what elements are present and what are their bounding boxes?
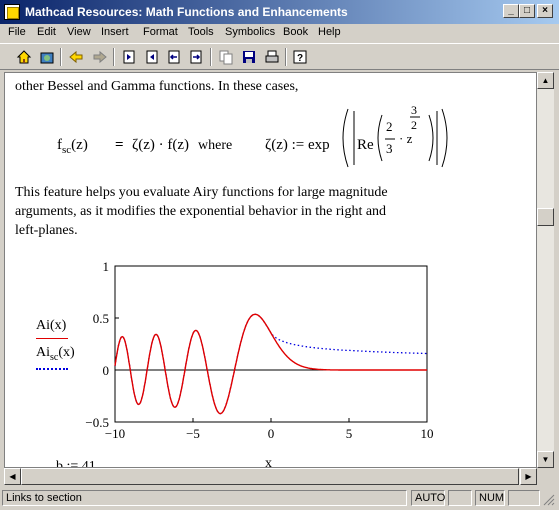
menu-symbolics[interactable]: Symbolics (225, 26, 275, 38)
document-area[interactable]: other Bessel and Gamma functions. In the… (4, 72, 537, 468)
status-bar: Links to section AUTO NUM (0, 488, 559, 510)
plot-region[interactable]: −10 −5 0 5 1010.50−0.5 (5, 73, 537, 468)
window-title: Mathcad Resources: Math Functions and En… (25, 5, 348, 19)
menu-help[interactable]: Help (318, 26, 341, 38)
status-empty (508, 490, 540, 506)
next-page-icon[interactable] (142, 47, 162, 67)
maximize-button[interactable]: □ (519, 4, 535, 18)
x-tick-label: 10 (421, 426, 434, 441)
home-icon[interactable] (14, 47, 34, 67)
status-blank (448, 490, 472, 506)
prev-page-icon[interactable] (119, 47, 139, 67)
plot-xlabel: x (265, 456, 272, 468)
minimize-button[interactable]: _ (503, 4, 519, 18)
y-tick-label: 1 (103, 259, 110, 274)
status-auto: AUTO (411, 490, 445, 506)
y-tick-label: −0.5 (85, 415, 109, 430)
text-bottom: b := 41 (56, 459, 96, 468)
print-icon[interactable] (262, 47, 282, 67)
menu-tools[interactable]: Tools (188, 26, 214, 38)
y-tick-label: 0.5 (93, 311, 109, 326)
plot-frame (114, 265, 428, 423)
back-arrow-icon[interactable] (66, 47, 86, 67)
menu-format[interactable]: Format (143, 26, 178, 38)
app-icon (4, 4, 20, 20)
x-tick-label: −5 (186, 426, 200, 441)
svg-text:?: ? (297, 53, 303, 64)
menu-edit[interactable]: Edit (37, 26, 56, 38)
vertical-scroll-thumb[interactable] (537, 208, 554, 226)
scroll-up-button[interactable]: ▲ (537, 72, 554, 89)
toolbar: ? (0, 43, 559, 70)
menu-insert[interactable]: Insert (101, 26, 129, 38)
menu-bar: File Edit View Insert Format Tools Symbo… (0, 24, 559, 43)
close-button[interactable]: × (537, 4, 553, 18)
x-tick-label: 0 (268, 426, 275, 441)
scroll-down-button[interactable]: ▼ (537, 451, 554, 468)
horizontal-scrollbar[interactable]: ◀ ▶ (4, 468, 537, 485)
x-tick-label: 5 (346, 426, 353, 441)
status-num: NUM (475, 490, 505, 506)
history-fwd-icon[interactable] (186, 47, 206, 67)
menu-file[interactable]: File (8, 26, 26, 38)
resize-grip-icon[interactable] (543, 494, 555, 506)
copy-icon[interactable] (216, 47, 236, 67)
vertical-scrollbar[interactable]: ▲ ▼ (537, 72, 554, 468)
history-back-icon[interactable] (164, 47, 184, 67)
series-aisc-line (114, 313, 427, 415)
scroll-left-button[interactable]: ◀ (4, 468, 21, 485)
toc-icon[interactable] (37, 47, 57, 67)
menu-view[interactable]: View (67, 26, 91, 38)
menu-book[interactable]: Book (283, 26, 308, 38)
series-ai-line (114, 313, 427, 415)
y-tick-label: 0 (103, 363, 110, 378)
scroll-right-button[interactable]: ▶ (520, 468, 537, 485)
save-icon[interactable] (239, 47, 259, 67)
help-icon[interactable]: ? (290, 47, 310, 67)
status-text: Links to section (2, 490, 407, 506)
horizontal-scroll-thumb[interactable] (21, 468, 519, 485)
forward-arrow-icon[interactable] (90, 47, 110, 67)
title-bar: Mathcad Resources: Math Functions and En… (0, 0, 559, 24)
